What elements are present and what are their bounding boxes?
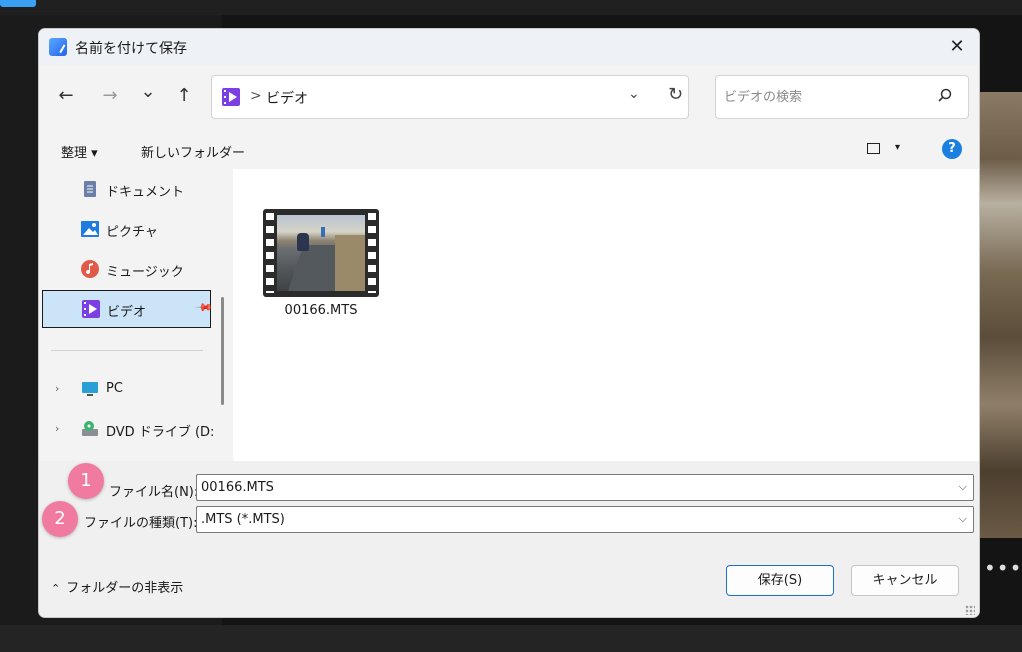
save-as-dialog: 名前を付けて保存 ✕ ← → ⌄ ↑ > ビデオ ⌄ ↻ 整理 ▾ bbox=[38, 28, 980, 618]
filename-input[interactable]: 00166.MTS bbox=[201, 480, 274, 495]
navigation-bar: ← → ⌄ ↑ > ビデオ ⌄ ↻ bbox=[39, 65, 979, 129]
file-name: 00166.MTS bbox=[284, 303, 358, 318]
sidebar-item-documents[interactable]: ドキュメント 📌 bbox=[79, 175, 247, 203]
pc-icon bbox=[82, 382, 98, 396]
background-app-accent bbox=[0, 0, 36, 7]
file-item[interactable]: 00166.MTS bbox=[263, 209, 379, 318]
expand-chevron-icon[interactable]: › bbox=[55, 382, 59, 395]
filetype-label: ファイルの種類(T): bbox=[84, 516, 198, 531]
cancel-button[interactable]: キャンセル bbox=[851, 565, 959, 596]
sidebar-item-music[interactable]: ミュージック 📌 bbox=[79, 255, 247, 283]
annotation-badge-2: 2 bbox=[42, 501, 78, 537]
command-bar: 整理 ▾ 新しいフォルダー ▾ ? bbox=[39, 129, 979, 169]
address-bar[interactable]: > ビデオ ⌄ ↻ bbox=[211, 75, 689, 119]
filename-label: ファイル名(N): bbox=[109, 485, 199, 500]
sidebar-item-label: ドキュメント bbox=[106, 185, 185, 200]
view-options-caret-icon[interactable]: ▾ bbox=[895, 142, 900, 153]
picture-icon bbox=[81, 221, 99, 237]
resize-grip-icon[interactable] bbox=[965, 605, 975, 615]
more-options-icon[interactable]: ••• bbox=[984, 556, 1022, 580]
film-strip-holes bbox=[368, 213, 376, 293]
background-app-bottombar bbox=[0, 625, 1022, 652]
chevron-down-icon[interactable]: ⌵ bbox=[959, 480, 967, 494]
navigation-pane-scrollbar[interactable] bbox=[215, 169, 233, 461]
search-box[interactable] bbox=[715, 75, 969, 119]
video-thumbnail bbox=[263, 209, 379, 297]
pin-icon: 📌 bbox=[194, 298, 214, 317]
help-icon[interactable]: ? bbox=[942, 139, 962, 159]
music-icon bbox=[81, 260, 99, 278]
forward-arrow-icon[interactable]: → bbox=[97, 85, 123, 106]
search-icon[interactable] bbox=[938, 88, 952, 102]
sidebar-item-dvd-drive[interactable]: › DVD ドライブ (D:) bbox=[39, 415, 219, 443]
hide-folders-label: フォルダーの非表示 bbox=[66, 581, 184, 596]
annotation-badge-1: 1 bbox=[68, 463, 104, 499]
expand-chevron-icon[interactable]: › bbox=[55, 422, 59, 435]
film-strip-holes bbox=[266, 213, 274, 293]
document-icon bbox=[84, 181, 96, 197]
scrollbar-thumb[interactable] bbox=[221, 297, 224, 405]
organize-menu-button[interactable]: 整理 ▾ bbox=[61, 142, 98, 161]
chevron-down-icon[interactable]: ⌵ bbox=[959, 512, 967, 526]
background-video-preview bbox=[980, 92, 1022, 538]
sidebar-item-label: PC bbox=[106, 381, 123, 396]
dialog-titlebar: 名前を付けて保存 ✕ bbox=[39, 29, 979, 65]
file-list: 00166.MTS bbox=[233, 169, 979, 461]
filename-combobox[interactable]: 00166.MTS ⌵ bbox=[196, 474, 974, 501]
video-folder-icon bbox=[222, 88, 240, 106]
save-form: ファイル名(N): 00166.MTS ⌵ ファイルの種類(T): .MTS (… bbox=[39, 461, 979, 541]
view-mode-icon[interactable] bbox=[867, 143, 880, 154]
save-button[interactable]: 保存(S) bbox=[726, 565, 834, 596]
sidebar-divider bbox=[51, 350, 203, 351]
address-dropdown-icon[interactable]: ⌄ bbox=[628, 86, 640, 102]
sidebar-item-pictures[interactable]: ピクチャ 📌 bbox=[79, 215, 247, 243]
breadcrumb-videos[interactable]: ビデオ bbox=[266, 88, 308, 108]
breadcrumb-separator: > bbox=[250, 88, 262, 104]
dialog-title: 名前を付けて保存 bbox=[75, 41, 187, 57]
sidebar-item-label: DVD ドライブ (D:) bbox=[106, 425, 220, 440]
sidebar-item-pc[interactable]: › PC bbox=[39, 375, 215, 403]
dialog-footer: ⌃ フォルダーの非表示 保存(S) キャンセル bbox=[39, 541, 979, 617]
recent-locations-chevron-icon[interactable]: ⌄ bbox=[135, 81, 161, 102]
dvd-drive-icon bbox=[82, 421, 98, 436]
search-input[interactable] bbox=[724, 86, 924, 108]
filetype-value: .MTS (*.MTS) bbox=[201, 512, 285, 527]
filetype-select[interactable]: .MTS (*.MTS) ⌵ bbox=[196, 506, 974, 533]
hide-folders-toggle[interactable]: ⌃ フォルダーの非表示 bbox=[51, 577, 183, 596]
up-arrow-icon[interactable]: ↑ bbox=[171, 85, 197, 106]
video-frame-preview bbox=[277, 215, 365, 291]
app-logo-icon bbox=[49, 38, 67, 56]
video-icon bbox=[82, 300, 100, 318]
sidebar-item-label: ビデオ bbox=[107, 305, 147, 320]
sidebar-item-videos[interactable]: ビデオ 📌 bbox=[42, 290, 214, 328]
back-arrow-icon[interactable]: ← bbox=[53, 85, 79, 106]
chevron-up-icon: ⌃ bbox=[51, 582, 61, 595]
sidebar-item-label: ミュージック bbox=[106, 265, 184, 280]
navigation-pane: ドキュメント 📌 ピクチャ 📌 ミュージック 📌 bbox=[39, 169, 247, 461]
new-folder-button[interactable]: 新しいフォルダー bbox=[141, 142, 245, 161]
background-app-topbar bbox=[0, 0, 1022, 15]
refresh-icon[interactable]: ↻ bbox=[668, 84, 683, 105]
sidebar-item-label: ピクチャ bbox=[106, 225, 158, 240]
close-button[interactable]: ✕ bbox=[935, 29, 979, 65]
